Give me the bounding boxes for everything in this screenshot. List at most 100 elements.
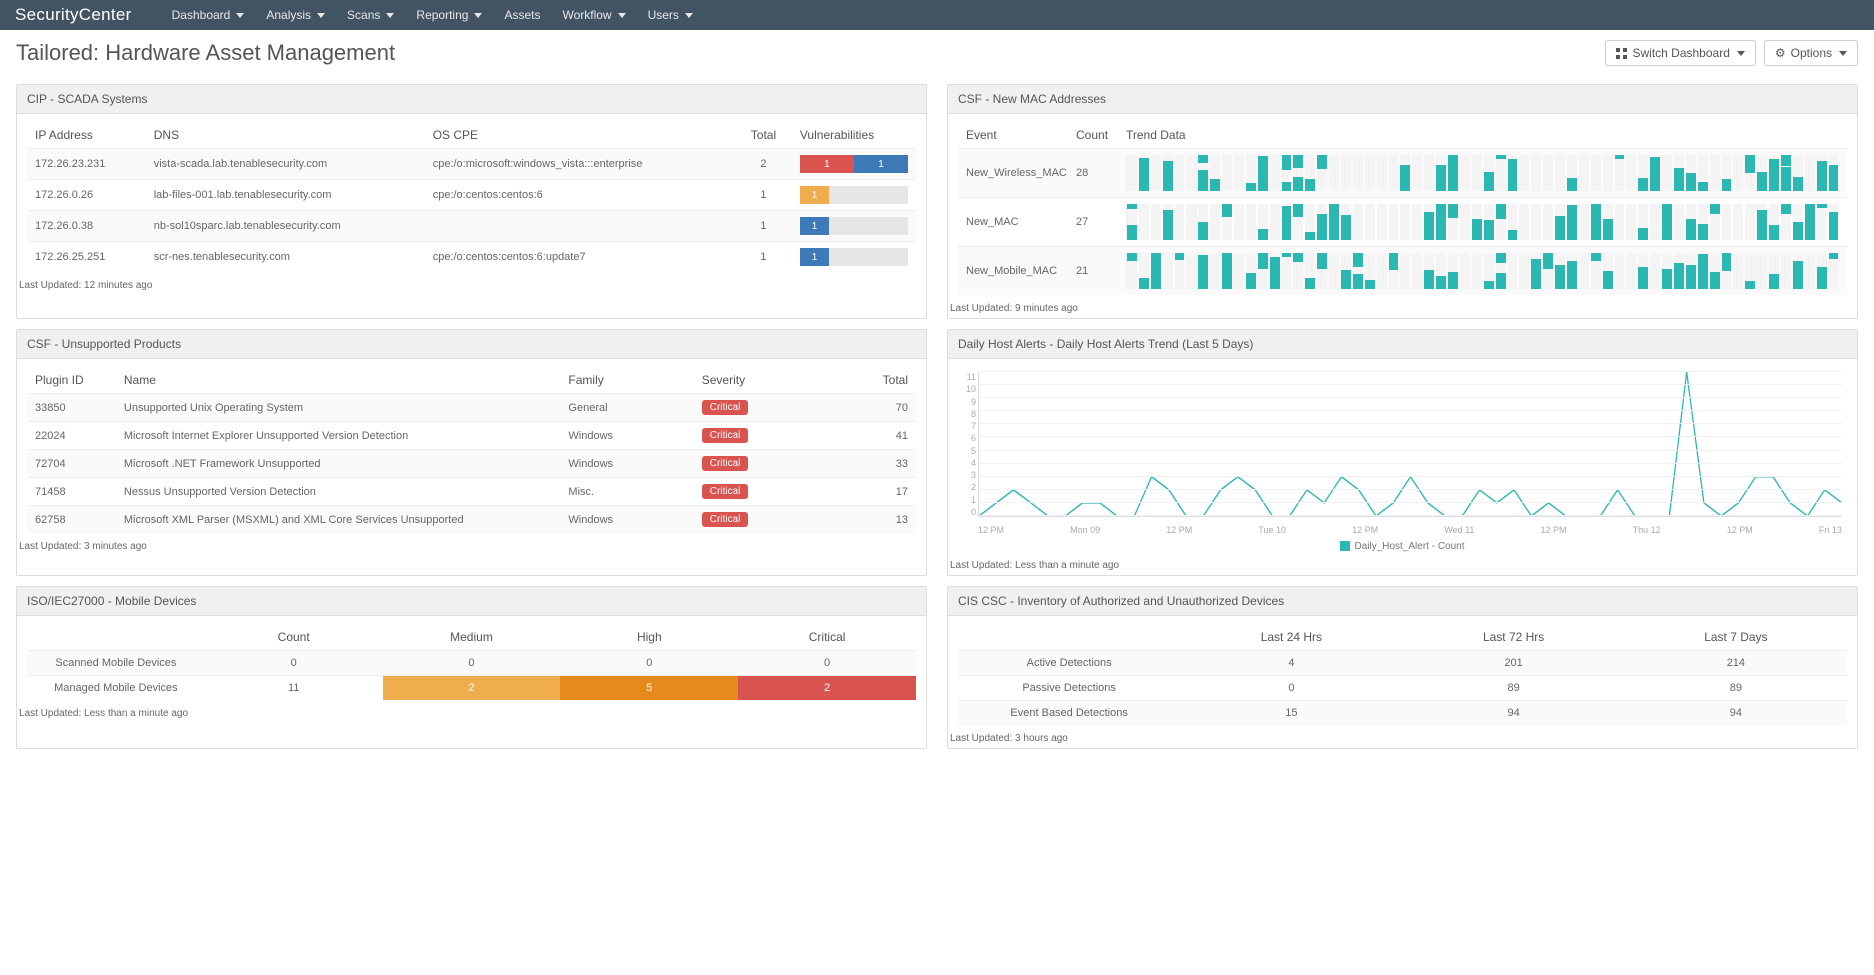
- panel-unsupported: CSF - Unsupported Products Plugin IDName…: [16, 329, 927, 576]
- vuln-segment[interactable]: 1: [800, 248, 829, 266]
- table-row[interactable]: 172.26.25.251scr-nes.tenablesecurity.com…: [27, 242, 916, 273]
- vuln-segment[interactable]: 1: [800, 155, 854, 173]
- col-header: Last 7 Days: [1625, 624, 1847, 651]
- table-row[interactable]: 172.26.0.38nb-sol10sparc.lab.tenablesecu…: [27, 211, 916, 242]
- table-row[interactable]: Active Detections4201214: [958, 651, 1847, 676]
- col-header: [27, 624, 205, 651]
- cell-value: 89: [1625, 676, 1847, 701]
- cell-value: 11: [205, 676, 383, 701]
- col-header: DNS: [146, 122, 425, 149]
- table-row[interactable]: New_Wireless_MAC28: [958, 149, 1847, 198]
- nav-item-dashboard[interactable]: Dashboard: [172, 8, 245, 22]
- vuln-segment[interactable]: [829, 248, 908, 266]
- cell-event: New_Mobile_MAC: [958, 247, 1068, 296]
- chart-legend: Daily_Host_Alert - Count: [958, 541, 1847, 552]
- unsupported-table: Plugin IDNameFamilySeverityTotal: [27, 367, 916, 393]
- cell-value: 4: [1180, 651, 1402, 676]
- cell-severity: Critical: [694, 506, 801, 534]
- table-row[interactable]: Event Based Detections159494: [958, 701, 1847, 726]
- table-row[interactable]: Managed Mobile Devices11252: [27, 676, 916, 701]
- vuln-segment[interactable]: [829, 186, 908, 204]
- panel-title: CIP - SCADA Systems: [17, 85, 926, 114]
- cell-name: Microsoft Internet Explorer Unsupported …: [116, 422, 561, 450]
- cell-value: 0: [738, 651, 916, 676]
- chevron-down-icon: [317, 13, 325, 18]
- table-row[interactable]: New_MAC27: [958, 198, 1847, 247]
- cell-total: 2: [735, 149, 792, 180]
- options-button[interactable]: Options: [1764, 40, 1858, 66]
- vuln-segment[interactable]: 1: [800, 217, 829, 235]
- table-row[interactable]: 71458Nessus Unsupported Version Detectio…: [27, 478, 916, 506]
- cell-value: 0: [1180, 676, 1402, 701]
- col-header: Medium: [383, 624, 561, 651]
- table-row[interactable]: 33850Unsupported Unix Operating SystemGe…: [27, 394, 916, 422]
- col-header: High: [560, 624, 738, 651]
- table-row[interactable]: 72704Microsoft .NET Framework Unsupporte…: [27, 450, 916, 478]
- nav-item-scans[interactable]: Scans: [347, 8, 394, 22]
- table-row[interactable]: 172.26.0.26lab-files-001.lab.tenablesecu…: [27, 180, 916, 211]
- cell-cpe: cpe:/o:centos:centos:6: [425, 180, 735, 211]
- table-row[interactable]: New_Mobile_MAC21: [958, 247, 1847, 296]
- chevron-down-icon: [386, 13, 394, 18]
- cell-vulnbar: 1: [792, 242, 916, 273]
- col-header: Count: [1068, 122, 1118, 149]
- cell-dns: nb-sol10sparc.lab.tenablesecurity.com: [146, 211, 425, 242]
- switch-dashboard-button[interactable]: Switch Dashboard: [1605, 40, 1755, 66]
- legend-swatch-icon: [1340, 541, 1350, 551]
- cell-value: 0: [383, 651, 561, 676]
- cell-trend: [1118, 149, 1847, 198]
- cell-vulnbar: 1: [792, 180, 916, 211]
- cell-cpe: [425, 211, 735, 242]
- panel-title: CSF - New MAC Addresses: [948, 85, 1857, 114]
- cell-label: Scanned Mobile Devices: [27, 651, 205, 676]
- chevron-down-icon: [474, 13, 482, 18]
- nav-item-assets[interactable]: Assets: [504, 8, 540, 22]
- nav-item-workflow[interactable]: Workflow: [562, 8, 625, 22]
- cell-vulnbar: 11: [792, 149, 916, 180]
- grid-icon: [1616, 48, 1627, 59]
- vuln-segment[interactable]: 1: [854, 155, 908, 173]
- col-header: OS CPE: [425, 122, 735, 149]
- col-header: Family: [560, 367, 693, 393]
- nav-item-reporting[interactable]: Reporting: [416, 8, 482, 22]
- severity-badge: Critical: [702, 512, 749, 527]
- table-row[interactable]: 172.26.23.231vista-scada.lab.tenablesecu…: [27, 149, 916, 180]
- col-header: Plugin ID: [27, 367, 116, 393]
- scada-table: IP AddressDNSOS CPETotalVulnerabilities …: [27, 122, 916, 272]
- table-row[interactable]: 22024Microsoft Internet Explorer Unsuppo…: [27, 422, 916, 450]
- vuln-segment[interactable]: [829, 217, 908, 235]
- cell-label: Managed Mobile Devices: [27, 676, 205, 701]
- panel-title: ISO/IEC27000 - Mobile Devices: [17, 587, 926, 616]
- cell-severity: Critical: [694, 450, 801, 478]
- panel-timestamp: Last Updated: Less than a minute ago: [948, 556, 1857, 575]
- cell-cpe: cpe:/o:centos:centos:6:update7: [425, 242, 735, 273]
- cell-value: 15: [1180, 701, 1402, 726]
- cell-total: 1: [735, 211, 792, 242]
- table-row[interactable]: Scanned Mobile Devices0000: [27, 651, 916, 676]
- cell-count: 21: [1068, 247, 1118, 296]
- table-row[interactable]: 62758Microsoft XML Parser (MSXML) and XM…: [27, 506, 916, 534]
- nav-item-users[interactable]: Users: [648, 8, 693, 22]
- cell-ip: 172.26.0.38: [27, 211, 146, 242]
- cell-total: 33: [800, 450, 916, 478]
- cell-total: 13: [800, 506, 916, 534]
- nav-item-analysis[interactable]: Analysis: [266, 8, 325, 22]
- cell-total: 70: [800, 394, 916, 422]
- table-scroll[interactable]: 33850Unsupported Unix Operating SystemGe…: [27, 393, 916, 533]
- options-label: Options: [1791, 46, 1832, 60]
- cell-family: Misc.: [560, 478, 693, 506]
- cell-ip: 172.26.0.26: [27, 180, 146, 211]
- gear-icon: [1775, 46, 1786, 60]
- panel-host-alerts: Daily Host Alerts - Daily Host Alerts Tr…: [947, 329, 1858, 576]
- cell-count: 27: [1068, 198, 1118, 247]
- vuln-segment[interactable]: 1: [800, 186, 829, 204]
- panel-timestamp: Last Updated: 3 minutes ago: [17, 537, 926, 556]
- cell-family: Windows: [560, 450, 693, 478]
- panel-timestamp: Last Updated: 3 hours ago: [948, 729, 1857, 748]
- cell-total: 41: [800, 422, 916, 450]
- table-row[interactable]: Passive Detections08989: [958, 676, 1847, 701]
- cell-severity: Critical: [694, 394, 801, 422]
- col-header: IP Address: [27, 122, 146, 149]
- col-header: Last 72 Hrs: [1403, 624, 1625, 651]
- cell-severity: Critical: [694, 478, 801, 506]
